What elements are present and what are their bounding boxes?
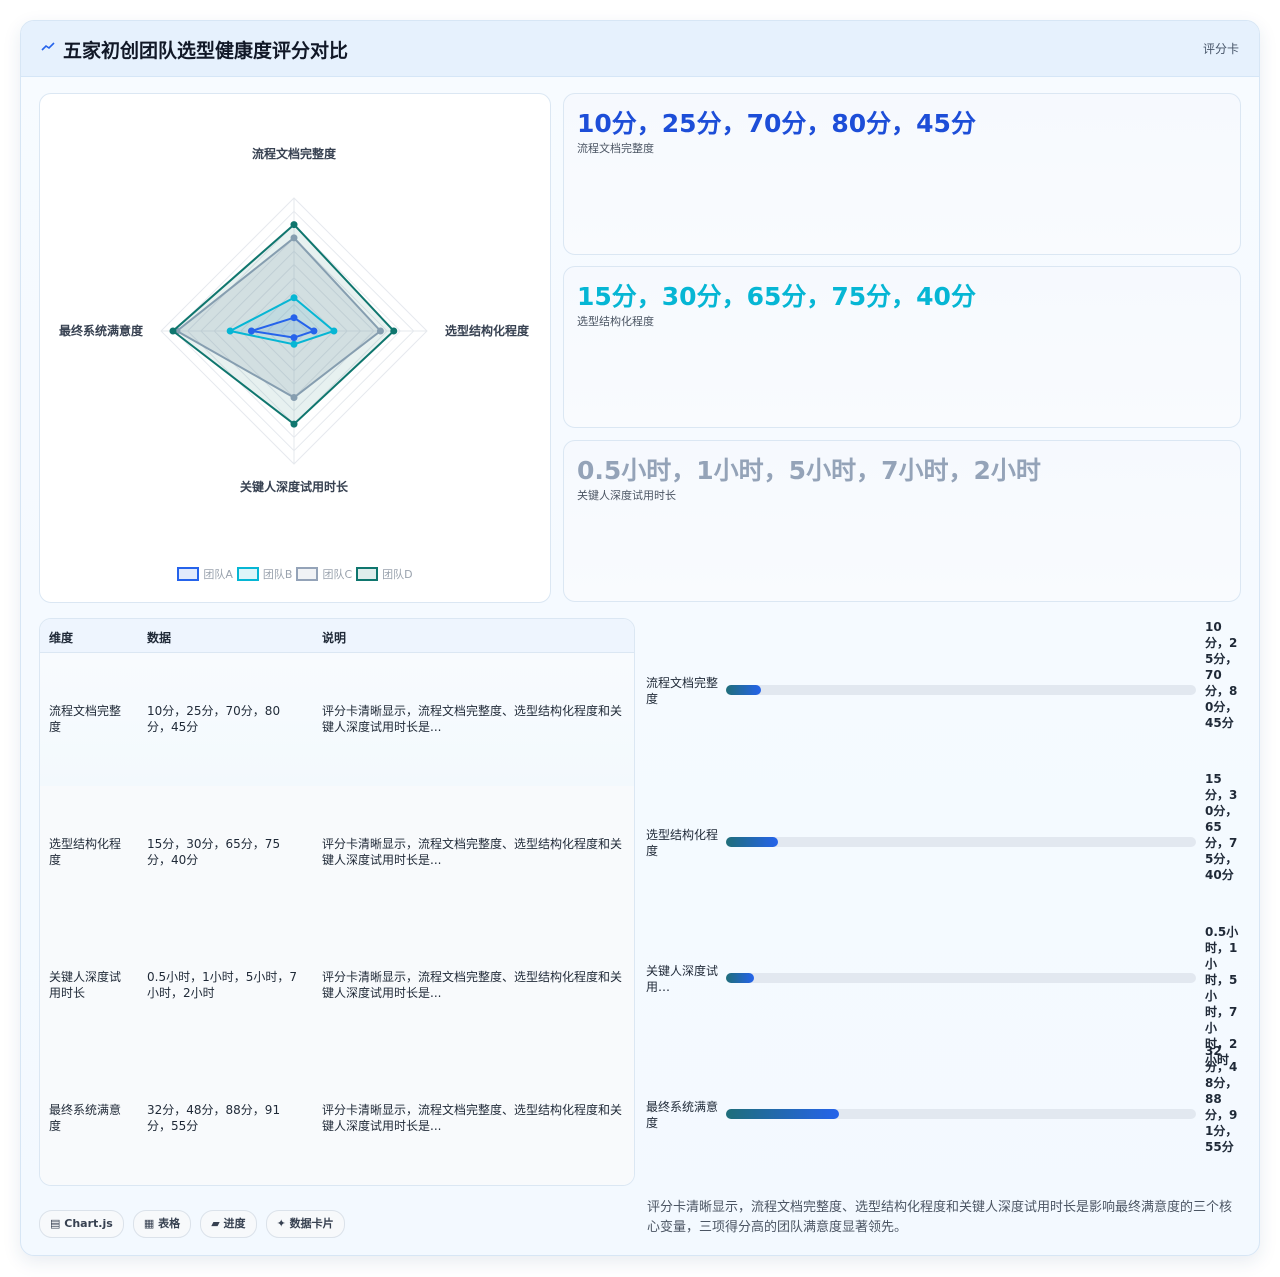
table-cell-description: 评分卡清晰显示，流程文档完整度、选型结构化程度和关键人深度试用时长是... bbox=[322, 970, 623, 1000]
radar-axis-label: 选型结构化程度 bbox=[445, 323, 530, 338]
radar-axis-label: 最终系统满意度 bbox=[59, 323, 144, 338]
table-cell-dimension: 关键人深度试用时长 bbox=[49, 970, 122, 1000]
stat-card-value: 10分，25分，70分，80分，45分 bbox=[577, 109, 976, 138]
dashboard-window: 五家初创团队选型健康度评分对比 评分卡 流程文档完整度 选型结构化程度 关键人深度试… bbox=[20, 20, 1260, 1256]
progress-fill bbox=[726, 685, 762, 695]
progress-list: 流程文档完整度 10分，25分，70分，80分，45分 选型结构化程度 15分，… bbox=[637, 618, 1257, 1184]
radar-chart: 流程文档完整度选型结构化程度关键人深度试用时长 最终系统满意度 bbox=[59, 146, 530, 494]
legend-label: 团队C bbox=[322, 568, 353, 581]
progress-track bbox=[726, 973, 1196, 983]
legend-item[interactable]: 团队B bbox=[236, 566, 293, 582]
table-icon: ▦ bbox=[143, 1217, 155, 1230]
table-row: 流程文档完整度 10分，25分，70分，80分，45分 评分卡清晰显示，流程文档… bbox=[40, 653, 634, 787]
table-cell-description: 评分卡清晰显示，流程文档完整度、选型结构化程度和关键人深度试用时长是... bbox=[322, 1103, 623, 1133]
radar-point bbox=[247, 327, 255, 335]
legend-swatch bbox=[356, 567, 379, 581]
data-card-pill[interactable]: ✦ 数据卡片 bbox=[265, 1210, 345, 1238]
legend-item[interactable]: 团队D bbox=[356, 566, 413, 582]
legend-swatch bbox=[236, 567, 259, 581]
radar-point bbox=[169, 327, 177, 335]
radar-axis-label: 关键人深度试用时长 bbox=[240, 479, 349, 494]
radar-point bbox=[290, 340, 298, 348]
progress-value: 32分，48分，88分，91分，55分 bbox=[1205, 1044, 1238, 1154]
table-cell-dimension: 流程文档完整度 bbox=[49, 704, 122, 734]
stat-card-label: 关键人深度试用时长 bbox=[577, 489, 676, 502]
progress-fill bbox=[726, 973, 755, 983]
data-table: 维度 数据 说明 流程文档完整度 10分，25分，70分，80分，45分 评分卡… bbox=[39, 618, 635, 1186]
table-row: 选型结构化程度 15分，30分，65分，75分，40分 评分卡清晰显示，流程文档… bbox=[40, 786, 634, 920]
radar-point bbox=[226, 327, 234, 335]
progress-label: 最终系统满意度 bbox=[646, 1100, 719, 1130]
progress-track bbox=[726, 685, 1196, 695]
chartjs-pill[interactable]: ▤ Chart.js bbox=[39, 1210, 124, 1238]
table-header: 维度 数据 说明 bbox=[40, 619, 634, 653]
progress-icon: ▰ bbox=[211, 1217, 220, 1230]
table-pill[interactable]: ▦ 表格 bbox=[132, 1210, 192, 1238]
radar-point bbox=[290, 314, 298, 322]
radar-chart-panel: 流程文档完整度选型结构化程度关键人深度试用时长 最终系统满意度 团队A 团队B 团队C… bbox=[39, 93, 551, 603]
radar-point bbox=[310, 327, 318, 335]
radar-point bbox=[390, 327, 398, 335]
header: 五家初创团队选型健康度评分对比 评分卡 bbox=[21, 21, 1259, 77]
table-cell-dimension: 选型结构化程度 bbox=[49, 837, 122, 867]
legend-label: 团队A bbox=[203, 568, 233, 581]
sparkle-icon: ✦ bbox=[276, 1217, 286, 1230]
progress-label: 关键人深度试用… bbox=[646, 964, 719, 994]
pill-label: 数据卡片 bbox=[289, 1217, 334, 1230]
column-header-description: 说明 bbox=[322, 631, 347, 645]
table-cell-data: 0.5小时，1小时，5小时，7小时，2小时 bbox=[147, 970, 297, 1000]
legend-swatch bbox=[177, 567, 200, 581]
radar-point bbox=[290, 420, 298, 428]
table-row: 关键人深度试用时长 0.5小时，1小时，5小时，7小时，2小时 评分卡清晰显示，… bbox=[40, 919, 634, 1053]
progress-track bbox=[726, 1109, 1196, 1119]
radar-point bbox=[290, 294, 298, 302]
progress-label: 流程文档完整度 bbox=[646, 676, 719, 706]
progress-value: 10分，25分，70分，80分，45分 bbox=[1205, 620, 1238, 730]
radar-point bbox=[330, 327, 338, 335]
progress-value: 15分，30分，65分，75分，40分 bbox=[1205, 772, 1238, 882]
pill-label: 表格 bbox=[158, 1217, 181, 1230]
stat-card-label: 流程文档完整度 bbox=[577, 142, 654, 155]
table-cell-description: 评分卡清晰显示，流程文档完整度、选型结构化程度和关键人深度试用时长是... bbox=[322, 704, 623, 734]
table-cell-dimension: 最终系统满意度 bbox=[49, 1103, 122, 1133]
column-header-dimension: 维度 bbox=[49, 631, 74, 645]
table-cell-data: 32分，48分，88分，91分，55分 bbox=[147, 1103, 281, 1133]
legend-swatch bbox=[296, 567, 319, 581]
stat-card-trial: 0.5小时，1小时，5小时，7小时，2小时 关键人深度试用时长 bbox=[563, 440, 1241, 602]
legend-label: 团队D bbox=[382, 568, 413, 581]
legend-item[interactable]: 团队A bbox=[177, 566, 233, 582]
pill-label: 进度 bbox=[223, 1217, 246, 1230]
progress-fill bbox=[726, 837, 778, 847]
view-switcher: ▤ Chart.js ▦ 表格 ▰ 进度 ✦ 数据卡片 bbox=[39, 1210, 349, 1238]
stat-card-structure: 15分，30分，65分，75分，40分 选型结构化程度 bbox=[563, 266, 1241, 428]
radar-point bbox=[290, 221, 298, 229]
legend-item[interactable]: 团队C bbox=[296, 566, 352, 582]
radar-axis-label: 流程文档完整度 bbox=[252, 146, 337, 161]
progress-pill[interactable]: ▰ 进度 bbox=[200, 1210, 257, 1238]
table-cell-data: 10分，25分，70分，80分，45分 bbox=[147, 704, 281, 734]
legend-label: 团队B bbox=[262, 568, 293, 581]
table-cell-description: 评分卡清晰显示，流程文档完整度、选型结构化程度和关键人深度试用时长是... bbox=[322, 837, 623, 867]
stat-card-doc: 10分，25分，70分，80分，45分 流程文档完整度 bbox=[563, 93, 1241, 255]
progress-fill bbox=[726, 1109, 839, 1119]
column-header-data: 数据 bbox=[147, 631, 172, 645]
table-row: 最终系统满意度 32分，48分，88分，91分，55分 评分卡清晰显示，流程文档… bbox=[40, 1052, 634, 1185]
chart-icon: ▤ bbox=[50, 1217, 61, 1230]
chart-legend: 团队A 团队B 团队C 团队D bbox=[40, 566, 550, 582]
stat-card-label: 选型结构化程度 bbox=[577, 315, 654, 328]
scorecard-tag: 评分卡 bbox=[1202, 42, 1239, 56]
radar-point bbox=[290, 334, 298, 342]
sparkline-icon bbox=[41, 42, 55, 51]
page-title: 五家初创团队选型健康度评分对比 bbox=[63, 40, 349, 62]
progress-track bbox=[726, 837, 1196, 847]
pill-label: Chart.js bbox=[64, 1217, 113, 1230]
stat-card-value: 15分，30分，65分，75分，40分 bbox=[577, 282, 976, 311]
table-cell-data: 15分，30分，65分，75分，40分 bbox=[147, 837, 281, 867]
summary-note: 评分卡清晰显示，流程文档完整度、选型结构化程度和关键人深度试用时长是影响最终满意… bbox=[647, 1200, 1233, 1235]
stat-card-value: 0.5小时，1小时，5小时，7小时，2小时 bbox=[577, 456, 1041, 485]
progress-label: 选型结构化程度 bbox=[646, 828, 719, 858]
